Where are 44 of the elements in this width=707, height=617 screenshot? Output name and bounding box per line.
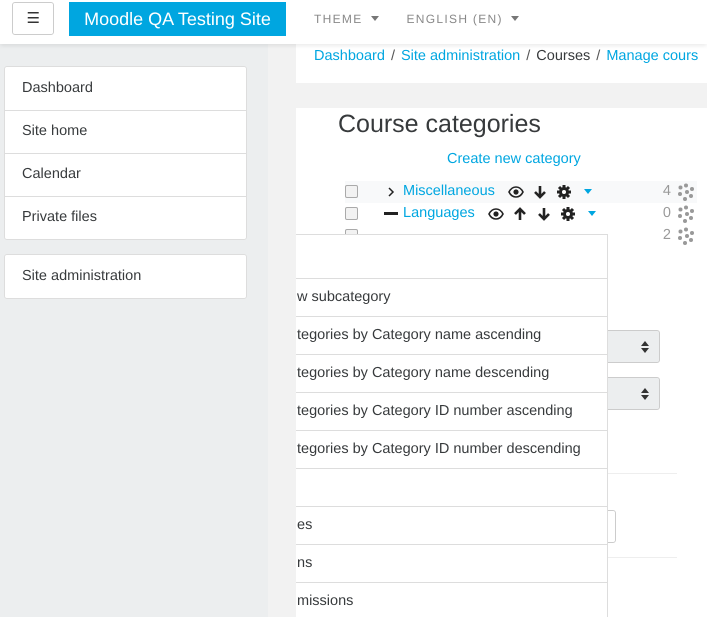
down-arrow-icon[interactable] [532, 184, 548, 200]
menu-item[interactable]: tegories by Category ID number descending [296, 430, 607, 468]
course-count: 2 [662, 226, 671, 245]
sidebar-item[interactable]: Dashboard [5, 67, 246, 110]
course-count: 4 [662, 182, 671, 201]
sidebar-item[interactable]: Site administration [5, 255, 246, 298]
sidebar-item[interactable]: Calendar [5, 153, 246, 196]
down-arrow-icon[interactable] [536, 206, 552, 222]
breadcrumb-current: Courses [536, 48, 590, 64]
breadcrumb-separator: / [390, 48, 395, 64]
caret-icon [370, 16, 378, 21]
menu-item[interactable]: tegories by Category name ascending [296, 316, 607, 354]
caret-icon[interactable] [588, 211, 596, 216]
settings-icon[interactable] [556, 184, 572, 200]
eye-icon[interactable] [508, 184, 524, 200]
breadcrumb-separator: / [596, 48, 600, 64]
sort-arrows-icon [641, 341, 649, 353]
course-count: 0 [662, 204, 671, 223]
menu-item[interactable]: missions [296, 582, 607, 617]
sidebar-item[interactable]: Private files [5, 196, 246, 239]
up-arrow-icon[interactable] [512, 206, 528, 222]
course-icon [677, 182, 695, 201]
caret-icon [510, 16, 519, 21]
collapse-icon[interactable] [384, 212, 398, 216]
breadcrumb-separator: / [526, 48, 530, 64]
menu-item[interactable]: tegories by Category name descending [296, 354, 607, 392]
page-heading: Course categories [338, 109, 542, 139]
expand-icon[interactable] [388, 186, 394, 197]
menu-button[interactable]: ☰ [12, 2, 54, 35]
menu-item[interactable]: w subcategory [296, 278, 607, 316]
eye-icon[interactable] [488, 206, 504, 222]
dropdown-menu-toggle[interactable]: ENGLISH (EN) [406, 2, 519, 35]
menu-item[interactable]: ns [296, 544, 607, 582]
menu-item[interactable]: tegories by Category ID number ascending [296, 392, 607, 430]
sort-arrows-icon [641, 388, 649, 400]
course-icon [677, 204, 695, 223]
checkbox[interactable] [345, 207, 358, 220]
sidebar-item[interactable]: Site home [5, 110, 246, 153]
caret-icon[interactable] [584, 189, 592, 194]
checkbox[interactable] [345, 185, 358, 198]
menu-item[interactable]: es [296, 506, 607, 544]
settings-icon[interactable] [560, 206, 576, 222]
dropdown-menu-toggle[interactable]: THEME [314, 2, 378, 35]
course-icon [677, 226, 695, 245]
